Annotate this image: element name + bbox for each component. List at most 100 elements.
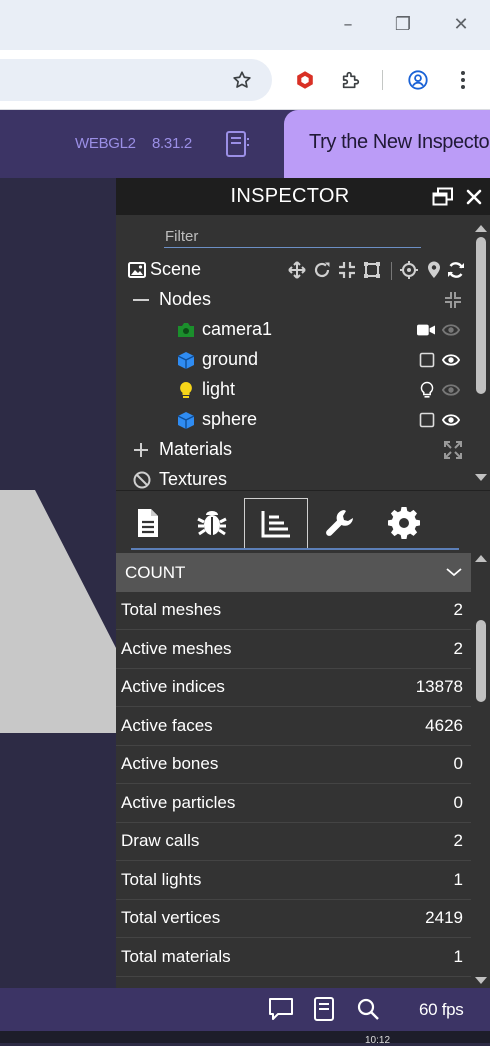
bulb-icon [177,381,195,399]
stat-label: Draw calls [121,831,200,850]
close-window-button[interactable]: ✕ [446,10,476,40]
tree-row-materials[interactable]: Materials [116,435,472,465]
expand-plus-icon[interactable] [132,441,150,459]
stat-label: Active bones [121,754,219,773]
stat-label: Total meshes [121,600,222,619]
eye-icon[interactable] [442,321,460,339]
wrench-icon [326,510,353,536]
scale-gizmo-icon[interactable] [338,261,356,279]
engine-version-label: 8.31.2 [152,135,192,152]
image-icon [128,261,146,279]
tab-debug[interactable] [180,498,244,548]
filter-wrapper [164,226,421,248]
file-icon [138,509,158,537]
tree-row-light[interactable]: light [116,375,472,405]
tree-scrollbar-thumb[interactable] [476,237,486,394]
feedback-chat-icon[interactable] [268,997,294,1021]
stat-value: 1 [453,870,463,889]
stat-row: Active faces 4626 [116,707,471,746]
eye-icon[interactable] [442,411,460,429]
scroll-down-arrow-icon[interactable] [475,977,487,984]
tree-label-textures: Textures [159,469,228,489]
babylon-bottom-bar [0,988,490,1031]
tree-row-sphere[interactable]: sphere [116,405,472,435]
stat-row: Active particles 0 [116,784,471,823]
tree-label-scene: Scene [150,259,202,279]
fps-counter: 60 fps [419,1000,464,1019]
tab-tools[interactable] [308,498,372,548]
stat-row: Active meshes 2 [116,630,471,669]
tree-row-ground[interactable]: ground [116,345,472,375]
toolbar-divider [382,70,383,90]
chart-icon [261,510,290,537]
light-toggle-icon[interactable] [418,381,436,399]
scroll-up-arrow-icon[interactable] [475,555,487,562]
book-icon[interactable] [313,996,335,1022]
eye-icon[interactable] [442,381,460,399]
tree-label-materials: Materials [159,439,233,459]
stats-scrollbar[interactable] [472,548,490,988]
stat-label: Total materials [121,947,231,966]
bookmark-star-icon[interactable] [227,65,257,95]
webgl-version-label: WEBGL2 [75,135,136,152]
stat-row: Total lights 1 [116,861,471,900]
ban-icon [133,471,151,489]
cube-icon [177,351,195,369]
stat-value: 13878 [415,677,463,696]
bounding-box-toggle-icon[interactable] [418,351,436,369]
stat-label: Total lights [121,870,202,889]
tree-label-camera1: camera1 [202,319,273,339]
stat-value: 1 [453,947,463,966]
stat-value: 2419 [425,908,463,927]
stats-top-edge [131,548,459,550]
eye-icon[interactable] [442,351,460,369]
stat-value: 4626 [425,716,463,735]
crosshair-icon[interactable] [400,261,418,279]
tree-label-light: light [202,379,236,399]
browser-menu-icon[interactable] [448,65,478,95]
tree-label-nodes: Nodes [159,289,212,309]
stat-row: Active bones 0 [116,745,471,784]
restore-button[interactable]: ❐ [388,10,418,40]
tab-properties[interactable] [116,498,180,548]
stat-value: 2 [453,600,463,619]
scroll-down-arrow-icon[interactable] [475,474,487,481]
ground-plane-shape [0,490,116,733]
expand-all-icon[interactable] [444,441,462,459]
scroll-up-arrow-icon[interactable] [475,225,487,232]
search-icon[interactable] [356,997,380,1021]
close-inspector-icon[interactable] [465,187,483,207]
stat-row: Total vertices 2419 [116,899,471,938]
tree-row-camera1[interactable]: camera1 [116,315,472,345]
collapse-minus-icon[interactable] [132,291,150,309]
stat-row: Active indices 13878 [116,668,471,707]
chevron-down-icon[interactable] [446,565,462,577]
stat-row: Total meshes 2 [116,591,471,630]
bug-icon [197,511,227,536]
collapse-all-icon[interactable] [444,291,462,309]
popout-icon[interactable] [432,187,454,207]
filter-input[interactable] [164,226,421,247]
tab-statistics[interactable] [244,498,308,548]
minimize-button[interactable]: – [333,10,363,40]
rotate-gizmo-icon[interactable] [313,261,331,279]
refresh-icon[interactable] [447,261,465,279]
bounding-box-toggle-icon[interactable] [418,411,436,429]
tab-settings[interactable] [372,498,436,548]
stat-value: 0 [453,754,463,773]
tree-row-scene[interactable]: Scene [116,255,472,285]
video-camera-icon[interactable] [417,321,435,339]
profile-avatar-icon[interactable] [403,65,433,95]
bounding-box-gizmo-icon[interactable] [363,261,381,279]
stats-scrollbar-thumb[interactable] [476,620,486,702]
translate-gizmo-icon[interactable] [288,261,306,279]
stat-label: Active particles [121,793,236,812]
render-canvas[interactable] [0,178,116,988]
extension-hexagon-icon[interactable] [290,65,320,95]
tree-row-nodes[interactable]: Nodes [116,285,472,315]
stat-row: Draw calls 2 [116,822,471,861]
map-marker-icon[interactable] [425,261,443,279]
camera-icon [177,321,195,339]
extensions-puzzle-icon[interactable] [336,65,366,95]
documentation-icon[interactable] [225,130,251,158]
